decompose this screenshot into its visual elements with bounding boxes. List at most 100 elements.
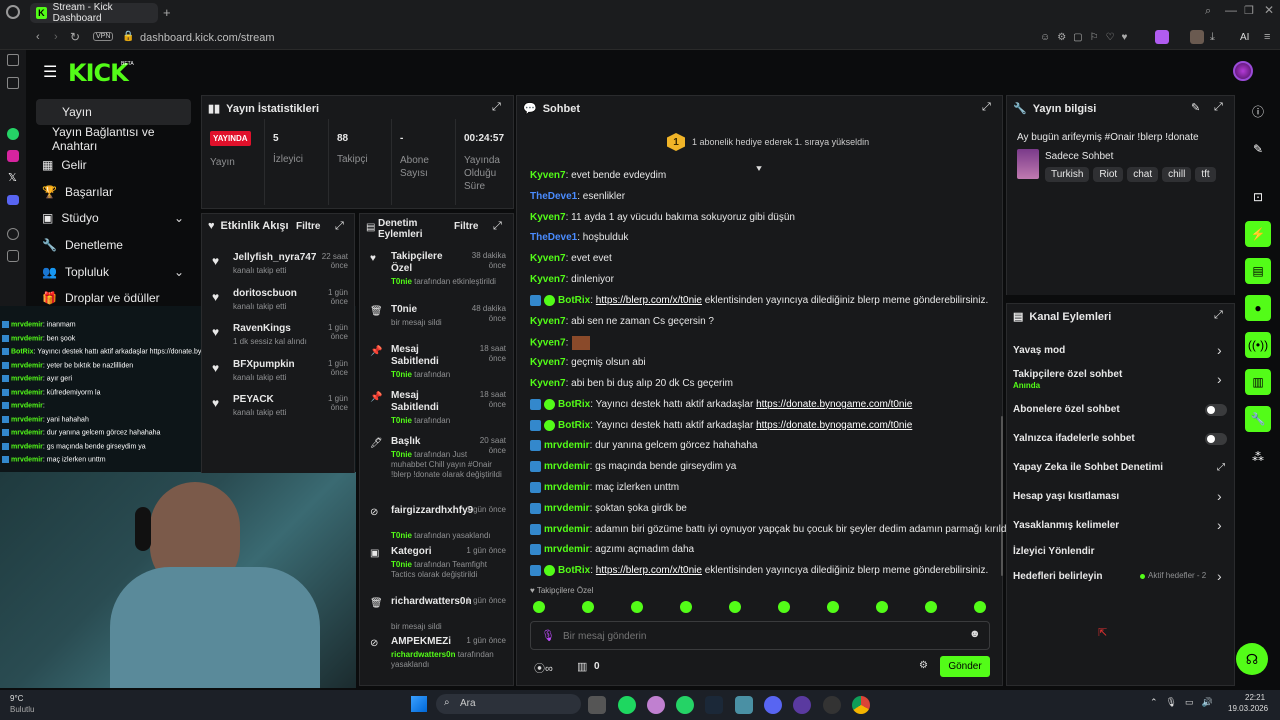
chat-link[interactable]: https://blerp.com/x/t0nie — [596, 295, 702, 306]
channel-action-row[interactable]: Hesap yaşı kısıtlaması › — [1013, 488, 1228, 511]
opera-logo-icon[interactable] — [6, 5, 20, 19]
expand-icon[interactable]: ⤢ — [492, 101, 501, 114]
back-icon[interactable]: ‹ — [36, 31, 40, 43]
expand-icon[interactable]: ⤢ — [1214, 309, 1223, 322]
emoji-picker-icon[interactable]: ☻ — [969, 628, 981, 640]
ai-button[interactable]: AI — [1240, 32, 1249, 43]
chat-username[interactable]: Kyven7 — [530, 378, 566, 389]
channel-action-row[interactable]: İzleyici Yönlendir — [1013, 546, 1228, 566]
chat-link[interactable]: https://blerp.com/x/t0nie — [596, 565, 702, 576]
chat-username[interactable]: TheDeve1 — [530, 232, 577, 243]
restore-icon[interactable]: ❐ — [1244, 4, 1254, 17]
chat-username[interactable]: mrvdemir — [544, 524, 590, 535]
document-icon[interactable]: ▤ — [1245, 258, 1271, 284]
nav-community[interactable]: 👥 Topluluk ⌄ — [36, 259, 191, 285]
emote-icon[interactable] — [533, 601, 545, 613]
support-button[interactable]: ☊ — [1236, 643, 1268, 675]
whatsapp-icon[interactable] — [7, 128, 19, 140]
minimize-icon[interactable]: — — [1225, 3, 1237, 17]
network-app-icon[interactable] — [735, 696, 753, 714]
infinity-points-icon[interactable]: ⦿∞ — [534, 660, 553, 676]
instagram-icon[interactable] — [7, 150, 19, 162]
vpn-badge[interactable]: VPN — [93, 32, 114, 41]
expand-icon[interactable]: ⤢ — [335, 220, 344, 233]
wrench-icon[interactable]: 🔧 — [1245, 406, 1271, 432]
sidebar-history-icon[interactable] — [7, 228, 19, 240]
search-tabs-icon[interactable]: ⌕ — [1205, 5, 1211, 18]
chat-username[interactable]: Kyven7 — [530, 357, 566, 368]
broadcast-icon[interactable]: ((•)) — [1245, 332, 1271, 358]
chat-username[interactable]: BotRix — [558, 420, 590, 431]
screenshot-icon[interactable]: ⊡ — [1245, 184, 1271, 210]
nav-revenue[interactable]: ▦ Gelir — [36, 152, 191, 178]
windows-start-icon[interactable] — [411, 696, 427, 712]
extensions-icon[interactable]: ⁂ — [1245, 444, 1271, 470]
emote-icon[interactable] — [876, 601, 888, 613]
user-avatar[interactable] — [1233, 61, 1253, 81]
github-icon[interactable] — [823, 696, 841, 714]
whatsapp-taskbar-icon[interactable] — [676, 696, 694, 714]
chat-username[interactable]: Kyven7 — [530, 338, 566, 349]
pencil-icon[interactable]: ✎ — [1245, 136, 1271, 162]
forward-icon[interactable]: › — [54, 31, 58, 43]
chat-username[interactable]: BotRix — [558, 295, 590, 306]
channel-action-row[interactable]: Abonelere özel sohbet — [1013, 404, 1228, 424]
chat-username[interactable]: Kyven7 — [530, 253, 566, 264]
hamburger-menu-icon[interactable]: ☰ — [43, 62, 57, 82]
chat-username[interactable]: mrvdemir — [544, 503, 590, 514]
sidebar-pin-icon[interactable] — [7, 77, 19, 89]
chat-username[interactable]: BotRix — [558, 399, 590, 410]
chat-username[interactable]: TheDeve1 — [530, 191, 577, 202]
download-icon[interactable]: ⤓ — [1210, 31, 1215, 44]
system-tray-icons[interactable]: ⌃🎙▭🔊 — [1150, 697, 1221, 708]
nav-stream[interactable]: Yayın — [36, 99, 191, 125]
emote-icon[interactable] — [631, 601, 643, 613]
chat-username[interactable]: BotRix — [558, 565, 590, 576]
lightning-icon[interactable]: ⚡ — [1245, 221, 1271, 247]
chat-username[interactable]: mrvdemir — [544, 461, 590, 472]
discord-taskbar-icon[interactable] — [764, 696, 782, 714]
obs-icon[interactable] — [793, 696, 811, 714]
store-icon[interactable]: ▥ — [577, 660, 587, 673]
chat-bubble-icon[interactable]: ● — [1245, 295, 1271, 321]
activity-filter-button[interactable]: Filtre — [296, 221, 320, 232]
toggle-switch[interactable] — [1205, 433, 1227, 445]
mod-filter-button[interactable]: Filtre — [454, 221, 478, 232]
microphone-icon[interactable]: 🎙 — [541, 629, 555, 642]
emote-icon[interactable] — [582, 601, 594, 613]
new-tab-icon[interactable]: + — [163, 5, 171, 20]
expand-icon[interactable]: ⤢ — [982, 101, 991, 114]
expand-icon[interactable]: ⤢ — [1214, 101, 1223, 114]
nav-stream-key[interactable]: Yayın Bağlantısı ve Anahtarı — [36, 125, 191, 153]
nav-studio[interactable]: ▣ Stüdyo ⌄ — [36, 205, 191, 231]
x-icon[interactable]: 𝕏 — [8, 171, 17, 184]
channel-action-row[interactable]: Yasaklanmış kelimeler › — [1013, 517, 1228, 540]
chat-input[interactable] — [563, 628, 963, 644]
emote-icon[interactable] — [925, 601, 937, 613]
chat-username[interactable]: Kyven7 — [530, 274, 566, 285]
steam-icon[interactable] — [705, 696, 723, 714]
extension-purple-icon[interactable] — [1155, 30, 1169, 44]
send-button[interactable]: Gönder — [940, 656, 990, 677]
channel-action-row[interactable]: Yalnızca ifadelerle sohbet — [1013, 433, 1228, 453]
sidebar-messenger-icon[interactable] — [7, 54, 19, 66]
chat-username[interactable]: Kyven7 — [530, 212, 566, 223]
edit-icon[interactable]: ✎ — [1191, 101, 1200, 114]
chrome-icon[interactable] — [852, 696, 870, 714]
channel-action-row[interactable]: Takipçilere özel sohbet Anında › — [1013, 369, 1228, 390]
nav-achievements[interactable]: 🏆 Başarılar — [36, 179, 191, 205]
chat-username[interactable]: Kyven7 — [530, 170, 566, 181]
profile-avatar-icon[interactable] — [1190, 30, 1204, 44]
sidebar-extensions-icon[interactable] — [7, 250, 19, 262]
chat-username[interactable]: mrvdemir — [544, 545, 590, 556]
chat-link[interactable]: https://donate.bynogame.com/t0nie — [756, 420, 912, 431]
nav-moderation[interactable]: 🔧 Denetleme — [36, 232, 191, 258]
info-icon[interactable]: ⓘ — [1245, 98, 1271, 124]
weather-temp[interactable]: 9°C — [10, 694, 23, 703]
emote-icon[interactable] — [729, 601, 741, 613]
browser-tab[interactable]: K Stream - Kick Dashboard — [30, 2, 158, 24]
chat-scrollbar[interactable] — [1001, 416, 1003, 576]
channel-action-row[interactable]: Yavaş mod › — [1013, 342, 1228, 365]
expand-icon[interactable]: ⤢ — [493, 220, 502, 233]
list-icon[interactable]: ▥ — [1245, 369, 1271, 395]
